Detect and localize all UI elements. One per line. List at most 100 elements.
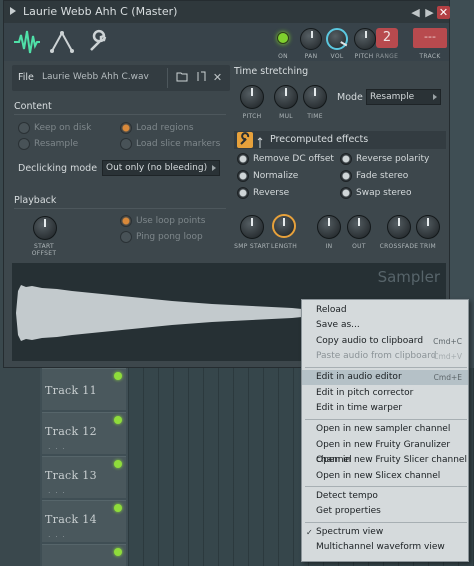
menu-item-open-sampler[interactable]: Open in new sampler channel [302, 422, 468, 437]
menu-separator [305, 367, 467, 368]
track-led-icon[interactable] [114, 504, 122, 512]
declicking-dropdown[interactable]: Out only (no bleeding) [102, 160, 220, 176]
menu-item-open-slicer[interactable]: Open in new Fruity Slicer channel [302, 453, 468, 468]
wrench-icon[interactable] [237, 132, 253, 148]
use-loop-points-radio[interactable] [120, 215, 132, 227]
file-name: Laurie Webb Ahh C.wav [42, 72, 149, 82]
track-header[interactable]: Track 13 . . . [42, 456, 126, 498]
out-label: OUT [352, 243, 366, 250]
fade-stereo-radio[interactable] [340, 170, 352, 182]
track-header[interactable]: Track 11 [42, 368, 126, 410]
use-loop-points-label: Use loop points [136, 216, 206, 226]
pan-knob[interactable] [300, 28, 322, 50]
ping-pong-loop-radio[interactable] [120, 231, 132, 243]
folder-icon[interactable] [175, 71, 188, 84]
menu-item-edit-pitch-corrector[interactable]: Edit in pitch corrector [302, 386, 468, 401]
precomputed-title: Precomputed effects [270, 134, 369, 145]
menu-item-detect-tempo[interactable]: Detect tempo [302, 489, 468, 504]
title-bar[interactable]: Laurie Webb Ahh C (Master) ◀ ▶ ✕ [4, 1, 450, 23]
menu-item-spectrum-view[interactable]: ✓ Spectrum view [302, 525, 468, 540]
check-icon: ✓ [306, 528, 313, 537]
out-knob[interactable] [347, 215, 371, 239]
length-knob[interactable] [272, 214, 296, 238]
swap-stereo-label: Swap stereo [356, 188, 412, 198]
context-menu: Reload Save as... Copy audio to clipboar… [301, 299, 469, 562]
resample-radio[interactable] [18, 138, 30, 150]
menu-item-open-slicex[interactable]: Open in new Slicex channel [302, 469, 468, 484]
track-led-icon[interactable] [114, 548, 122, 556]
keep-on-disk-radio[interactable] [18, 122, 30, 134]
smp-start-knob[interactable] [240, 215, 264, 239]
on-led-icon[interactable] [277, 32, 289, 44]
ping-pong-loop-label: Ping pong loop [136, 232, 203, 242]
menu-item-paste-audio: Paste audio from clipboard Cmd+V [316, 351, 462, 361]
envelope-tab-icon[interactable] [48, 27, 78, 57]
track-header[interactable] [42, 544, 126, 566]
declicking-value: Out only (no bleeding) [106, 163, 208, 173]
ts-pitch-knob[interactable] [240, 85, 264, 109]
reverse-polarity-label: Reverse polarity [356, 154, 430, 164]
left-arrow-icon[interactable]: ◀ [409, 6, 422, 19]
reverse-radio[interactable] [237, 187, 249, 199]
menu-item-edit-audio-editor[interactable]: Edit in audio editor Cmd+E [302, 370, 468, 385]
range-label: RANGE [375, 53, 399, 60]
track-label: TRACK [419, 53, 441, 60]
load-slice-markers-label: Load slice markers [136, 139, 221, 149]
vol-knob[interactable] [326, 28, 348, 50]
menu-item-open-granulizer[interactable]: Open in new Fruity Granulizer channel [302, 438, 468, 465]
toolbar: ON PAN VOL PITCH 2 RANGE --- TRACK [4, 23, 449, 61]
remove-file-icon[interactable]: ✕ [211, 71, 224, 84]
fade-stereo-label: Fade stereo [356, 171, 409, 181]
menu-item-multichannel-view[interactable]: Multichannel waveform view [302, 540, 468, 555]
reverse-polarity-radio[interactable] [340, 153, 352, 165]
crossfade-knob[interactable] [387, 215, 411, 239]
menu-separator [305, 419, 467, 420]
range-value[interactable]: 2 [376, 28, 398, 48]
swap-stereo-radio[interactable] [340, 187, 352, 199]
menu-item-edit-time-warper[interactable]: Edit in time warper [302, 401, 468, 416]
in-knob[interactable] [317, 215, 341, 239]
track-value[interactable]: --- [413, 28, 447, 48]
mode-value: Resample [370, 92, 415, 102]
menu-item-reload[interactable]: Reload [302, 303, 468, 318]
waveform-tab-icon[interactable] [12, 27, 42, 57]
menu-separator [305, 522, 467, 523]
start-offset-knob[interactable] [33, 216, 57, 240]
normalize-label: Normalize [253, 171, 299, 181]
menu-item-save-as[interactable]: Save as... [302, 318, 468, 333]
track-dots-icon: . . . [48, 530, 66, 539]
track-name: Track 14 [45, 513, 97, 526]
file-row: File Laurie Webb Ahh C.wav ✕ [12, 65, 230, 91]
ts-time-knob[interactable] [303, 85, 327, 109]
track-led-icon[interactable] [114, 372, 122, 380]
menu-item-get-properties[interactable]: Get properties [302, 504, 468, 519]
trim-label: TRIM [420, 243, 436, 250]
playback-title: Playback [14, 195, 57, 206]
reverse-label: Reverse [253, 188, 290, 198]
keep-on-disk-label: Keep on disk [34, 123, 92, 133]
toggle-arrow-icon[interactable] [257, 134, 263, 148]
load-slice-markers-radio[interactable] [120, 138, 132, 150]
trim-knob[interactable] [416, 215, 440, 239]
track-led-icon[interactable] [114, 460, 122, 468]
wrench-tab-icon[interactable] [83, 27, 113, 57]
track-header[interactable]: Track 12 . . . [42, 412, 126, 454]
ts-time-label: TIME [307, 113, 323, 120]
close-icon[interactable]: ✕ [437, 6, 450, 19]
menu-item-copy-audio[interactable]: Copy audio to clipboard Cmd+C [302, 334, 468, 349]
right-arrow-icon[interactable]: ▶ [423, 6, 436, 19]
browse-icon[interactable] [195, 71, 208, 84]
start-offset-label: START OFFSET [31, 243, 57, 257]
normalize-radio[interactable] [237, 170, 249, 182]
content-title: Content [14, 101, 52, 112]
load-regions-radio[interactable] [120, 122, 132, 134]
mode-label: Mode [337, 92, 363, 103]
menu-separator [305, 486, 467, 487]
track-led-icon[interactable] [114, 416, 122, 424]
track-header[interactable]: Track 14 . . . [42, 500, 126, 542]
remove-dc-offset-radio[interactable] [237, 153, 249, 165]
ts-mul-knob[interactable] [274, 85, 298, 109]
menu-arrow-icon[interactable] [10, 7, 16, 15]
mode-dropdown[interactable]: Resample [366, 89, 441, 105]
pitch-knob[interactable] [354, 28, 376, 50]
